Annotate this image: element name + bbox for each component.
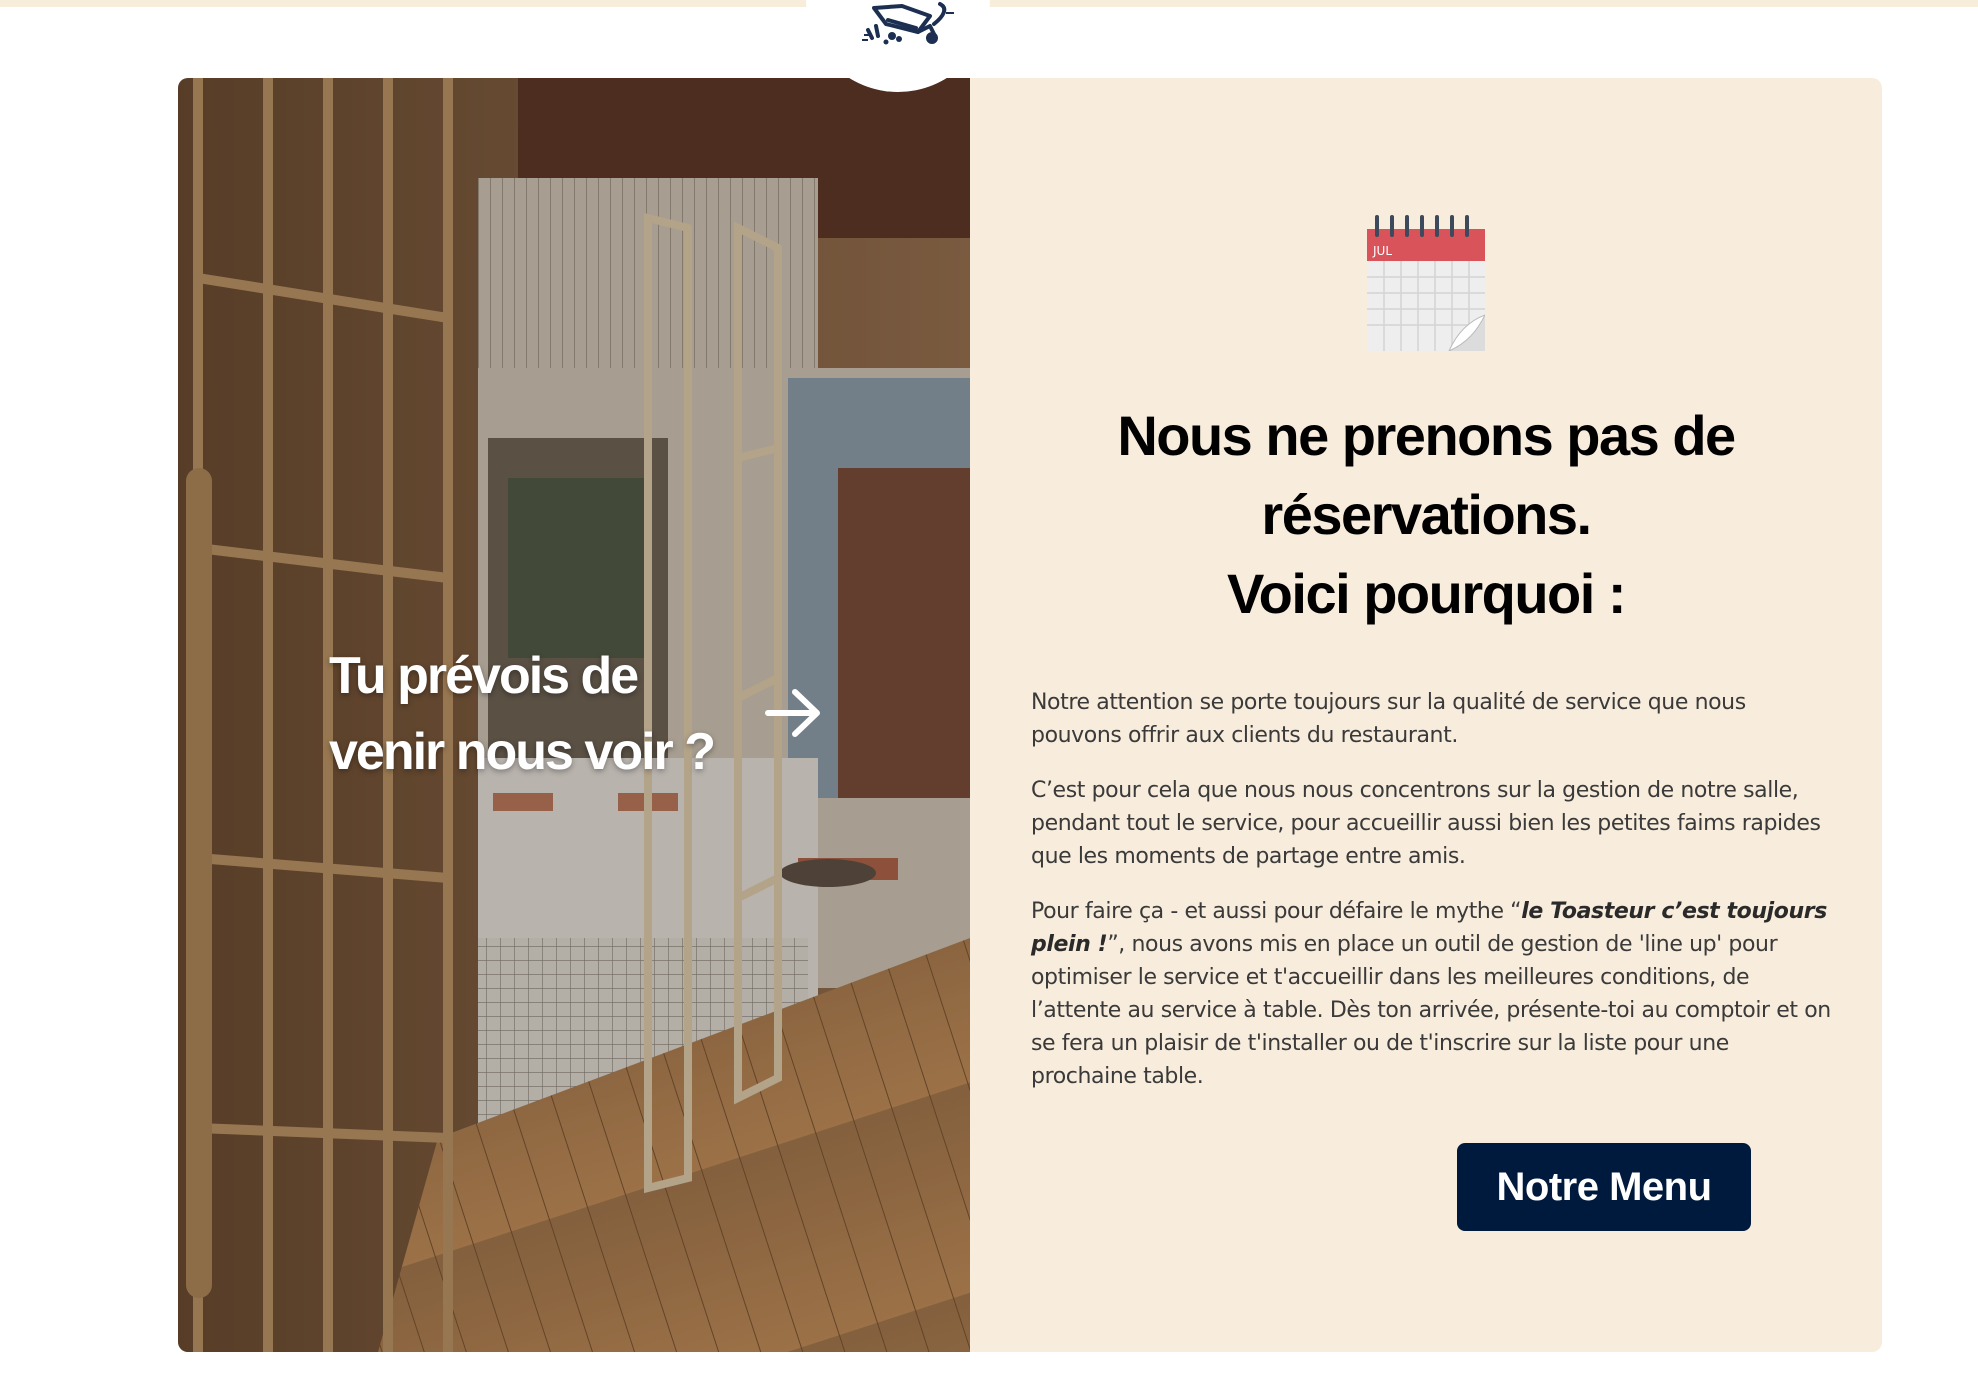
paragraph-line-up: Pour faire ça - et aussi pour défaire le… [1031, 895, 1831, 1093]
toaster-logo-icon [862, 2, 954, 45]
calendar-month: JUL [1372, 244, 1392, 258]
reservation-info-panel: JUL Nous ne prenons pas de réservations.… [970, 78, 1882, 1352]
calendar-icon: JUL [1367, 215, 1485, 351]
visit-cta[interactable]: Tu prévois de venir nous voir ? [329, 638, 769, 790]
heading-line3: Voici pourquoi : [1226, 562, 1627, 625]
paragraph-line-up-after: ”, nous avons mis en place un outil de g… [1031, 932, 1831, 1089]
arrow-right-icon[interactable] [762, 686, 824, 740]
no-reservations-heading: Nous ne prenons pas de réservations. Voi… [1010, 396, 1842, 633]
paragraph-room-management: C’est pour cela que nous nous concentron… [1031, 778, 1821, 869]
menu-button[interactable]: Notre Menu [1457, 1143, 1751, 1231]
visit-cta-line2: venir nous voir ? [329, 723, 716, 781]
heading-line2: réservations. [1261, 483, 1592, 546]
heading-line1: Nous ne prenons pas de [1117, 404, 1736, 467]
paragraph-line-up-before: Pour faire ça - et aussi pour défaire le… [1031, 899, 1522, 924]
logo-badge[interactable] [806, 0, 990, 92]
reservation-card: Tu prévois de venir nous voir ? JUL Nous… [178, 78, 1882, 1352]
visit-cta-line1: Tu prévois de [329, 647, 639, 705]
explanation-text: Notre attention se porte toujours sur la… [1031, 686, 1831, 1115]
paragraph-quality: Notre attention se porte toujours sur la… [1031, 690, 1746, 748]
